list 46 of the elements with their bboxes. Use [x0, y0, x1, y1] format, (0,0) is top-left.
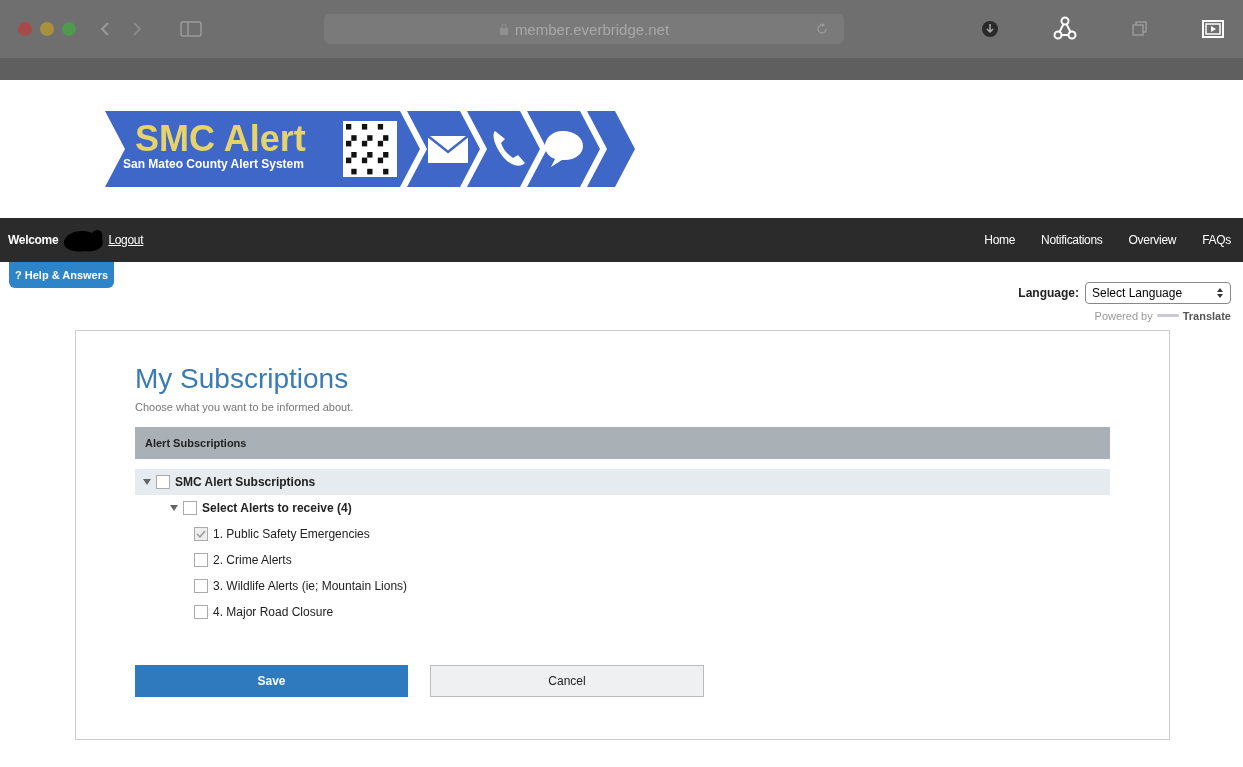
checkbox[interactable] — [194, 553, 208, 567]
language-label: Language: — [1018, 286, 1079, 300]
tree-label: SMC Alert Subscriptions — [175, 475, 316, 489]
stepper-icon — [1216, 287, 1224, 299]
checkbox[interactable] — [194, 605, 208, 619]
picture-in-picture-icon[interactable] — [1201, 19, 1225, 39]
caret-down-icon[interactable] — [170, 505, 178, 511]
section-title: Alert Subscriptions — [145, 437, 247, 449]
help-button[interactable]: ? Help & Answers — [9, 262, 115, 288]
logout-link[interactable]: Logout — [108, 233, 144, 247]
caret-down-icon[interactable] — [143, 479, 151, 485]
tree-label: 2. Crime Alerts — [213, 553, 292, 567]
tree-label: Select Alerts to receive (4) — [202, 501, 352, 515]
qr-code-icon — [343, 121, 397, 177]
checkbox[interactable] — [183, 501, 197, 515]
translate-text: Translate — [1182, 310, 1231, 322]
checkbox[interactable] — [156, 475, 170, 489]
page-title: My Subscriptions — [135, 363, 350, 395]
powered-by-text: Powered by — [1094, 310, 1153, 322]
language-select[interactable]: Select Language — [1085, 282, 1231, 304]
page-subtitle: Choose what you want to be informed about. — [135, 401, 355, 413]
logo-title: SMC Alert — [135, 118, 306, 159]
phone-icon — [493, 131, 525, 166]
reload-icon[interactable] — [814, 21, 830, 37]
speech-bubble-icon — [545, 131, 583, 167]
download-icon[interactable] — [981, 20, 999, 38]
logo-subtitle: San Mateo County Alert System — [123, 157, 304, 171]
checkbox[interactable] — [194, 527, 208, 541]
save-button[interactable]: Save — [135, 665, 408, 697]
tree-label: 4. Major Road Closure — [213, 605, 334, 619]
envelope-icon — [427, 135, 469, 163]
nav-link[interactable]: Home — [984, 233, 1016, 247]
nav-link[interactable]: FAQs — [1202, 233, 1231, 247]
nav-link[interactable]: Notifications — [1041, 233, 1103, 247]
google-logo-icon — [1155, 312, 1180, 320]
tabs-icon[interactable] — [1131, 20, 1149, 38]
zoom-window-icon[interactable] — [62, 22, 76, 36]
cancel-button[interactable]: Cancel — [430, 665, 704, 697]
nav-link[interactable]: Overview — [1128, 233, 1177, 247]
minimize-window-icon[interactable] — [40, 22, 54, 36]
tree-label: 1. Public Safety Emergencies — [213, 527, 370, 541]
tree-row[interactable]: SMC Alert Subscriptions — [135, 469, 1110, 495]
checkbox[interactable] — [194, 579, 208, 593]
welcome-text: Welcome — [8, 233, 59, 247]
tree-label: 3. Wildlife Alerts (ie; Mountain Lions) — [213, 579, 408, 593]
sidebar-icon[interactable] — [178, 19, 204, 39]
